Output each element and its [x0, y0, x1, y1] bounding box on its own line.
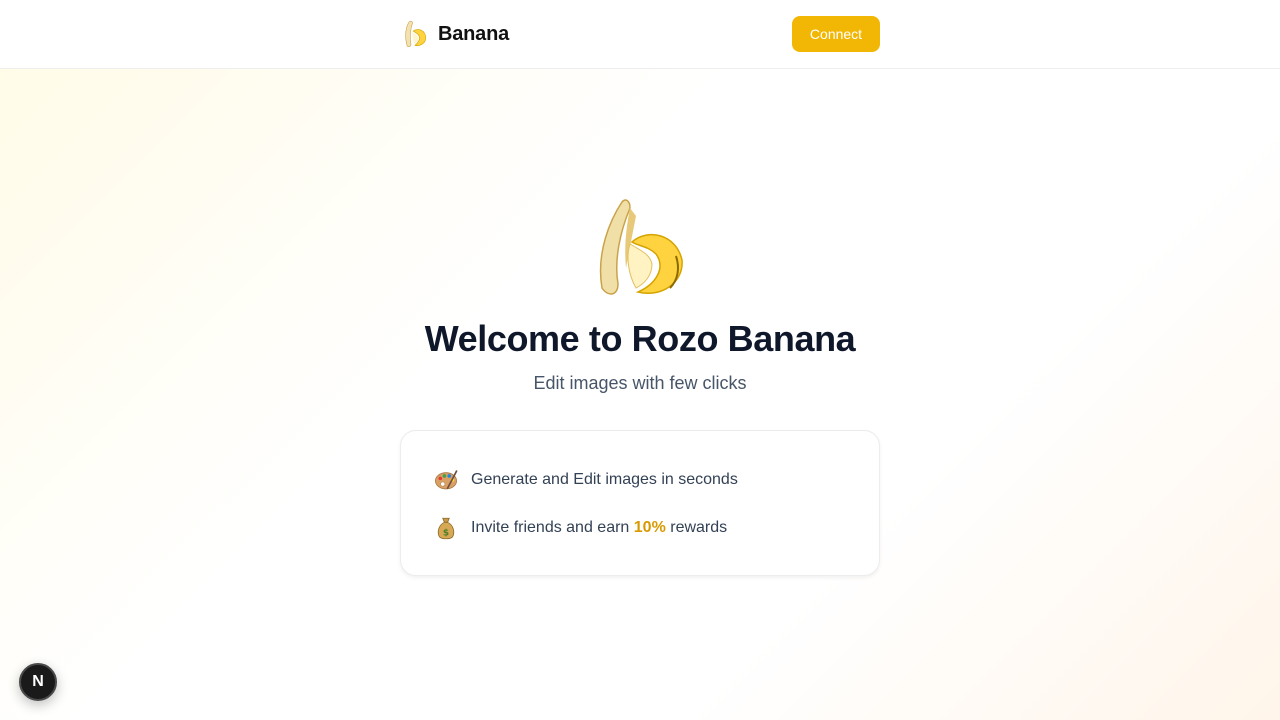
top-nav: Banana Connect	[0, 0, 1280, 69]
nextjs-icon: N	[32, 673, 44, 690]
svg-text:$: $	[443, 528, 449, 538]
feature-text: Generate and Edit images in seconds	[471, 471, 738, 488]
connect-button[interactable]: Connect	[792, 16, 880, 52]
reward-percent: 10%	[633, 519, 666, 536]
hero-title: Welcome to Rozo Banana	[424, 318, 856, 359]
nextjs-dev-badge[interactable]: N	[19, 663, 57, 701]
money-bag-icon: $	[437, 517, 455, 540]
palette-icon	[435, 470, 458, 490]
feature-item: $ Invite friends and earn 10% rewards	[433, 514, 727, 542]
brand[interactable]: Banana	[400, 17, 509, 51]
banana-icon	[599, 199, 683, 295]
brand-name: Banana	[438, 22, 510, 45]
banana-icon	[405, 20, 427, 47]
features-card: Generate and Edit images in seconds $ In…	[400, 430, 880, 576]
feature-text: Invite friends and earn 10% rewards	[471, 519, 728, 536]
feature-item: Generate and Edit images in seconds	[433, 466, 738, 494]
hero-subtitle: Edit images with few clicks	[533, 373, 747, 393]
